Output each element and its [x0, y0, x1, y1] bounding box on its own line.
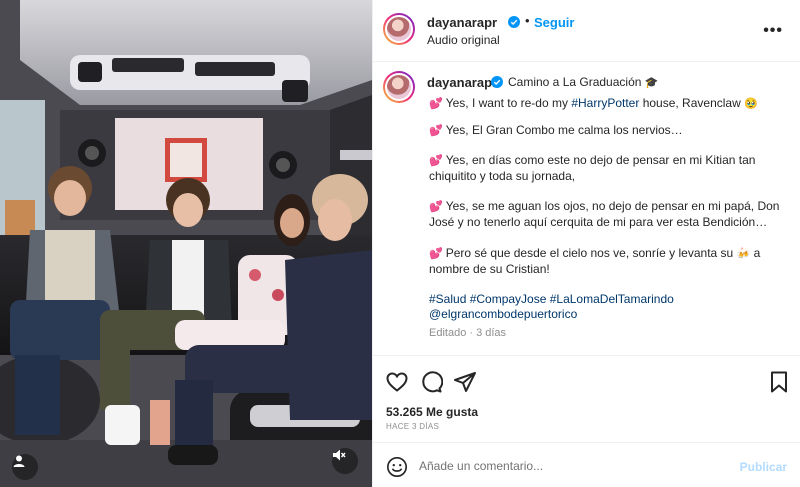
mute-button[interactable] [332, 448, 358, 474]
comment-input[interactable] [419, 459, 719, 473]
follow-button[interactable]: Seguir [534, 15, 574, 30]
caption-line: José y no tenerlo aquí cerquita de mi pa… [429, 215, 768, 229]
two-hearts-icon: 💕 [429, 248, 443, 260]
smiley-icon[interactable] [386, 456, 408, 478]
avatar[interactable] [383, 71, 415, 103]
caption-line: chiquitito y toda su jornada, [429, 169, 576, 183]
post-author-username[interactable]: dayanarapr [427, 15, 497, 30]
comment-bubble-icon[interactable] [419, 370, 443, 394]
caption-line: 💕 Yes, I want to re-do my #HarryPotter ho… [429, 96, 758, 110]
send-icon[interactable] [453, 370, 477, 394]
hashtag-link[interactable]: #HarryPotter [571, 96, 639, 110]
edited-timestamp: Editado · 3 días [429, 327, 507, 339]
video-frame [0, 0, 372, 487]
audio-label[interactable]: Audio original [427, 33, 500, 47]
post-caption: dayanarapr Camino a La Graduación 🎓 💕 Yes… [373, 63, 800, 353]
comment-bar: Publicar [373, 442, 800, 487]
graduation-cap-icon: 🎓 [644, 77, 659, 89]
muted-speaker-icon [333, 449, 346, 461]
two-hearts-icon: 💕 [429, 201, 443, 213]
caption-line: 💕 Yes, El Gran Combo me calma los nervios… [429, 123, 683, 137]
caption-title: Camino a La Graduación 🎓 [508, 75, 659, 89]
caption-mention[interactable]: @elgrancombodepuertorico [429, 307, 577, 322]
caption-line: 💕 Pero sé que desde el cielo nos ve, sonr… [429, 246, 761, 260]
post-date: HACE 3 DÍAS [386, 422, 440, 431]
two-hearts-icon: 💕 [429, 125, 443, 137]
pleading-face-icon: 🥹 [744, 98, 758, 110]
heart-icon[interactable] [385, 370, 409, 394]
two-hearts-icon: 💕 [429, 98, 443, 110]
action-bar [373, 355, 800, 393]
caption-line: nombre de su Cristian! [429, 262, 550, 276]
caption-line: 💕 Yes, en días como este no dejo de pensa… [429, 153, 756, 167]
user-icon [13, 455, 25, 467]
two-hearts-icon: 💕 [429, 155, 443, 167]
post-header: dayanarapr • Seguir Audio original ••• [373, 0, 800, 62]
avatar[interactable] [383, 13, 415, 45]
separator-dot: • [525, 13, 530, 28]
bookmark-icon[interactable] [767, 370, 791, 394]
publish-button[interactable]: Publicar [740, 460, 787, 474]
tagged-users-button[interactable] [12, 454, 38, 480]
post-media-video[interactable] [0, 0, 372, 487]
caption-hashtags[interactable]: #Salud #CompayJose #LaLomaDelTamarindo [429, 292, 674, 307]
verified-badge-icon [491, 76, 503, 88]
verified-badge-icon [508, 16, 520, 28]
post-side-panel: dayanarapr • Seguir Audio original ••• d… [372, 0, 800, 487]
likes-count[interactable]: 53.265 Me gusta [386, 405, 478, 419]
caption-username[interactable]: dayanarapr [427, 75, 497, 90]
more-options-icon[interactable]: ••• [763, 22, 783, 40]
caption-line: 💕 Yes, se me aguan los ojos, no dejo de p… [429, 199, 780, 213]
beer-mugs-icon: 🍻 [736, 248, 751, 260]
